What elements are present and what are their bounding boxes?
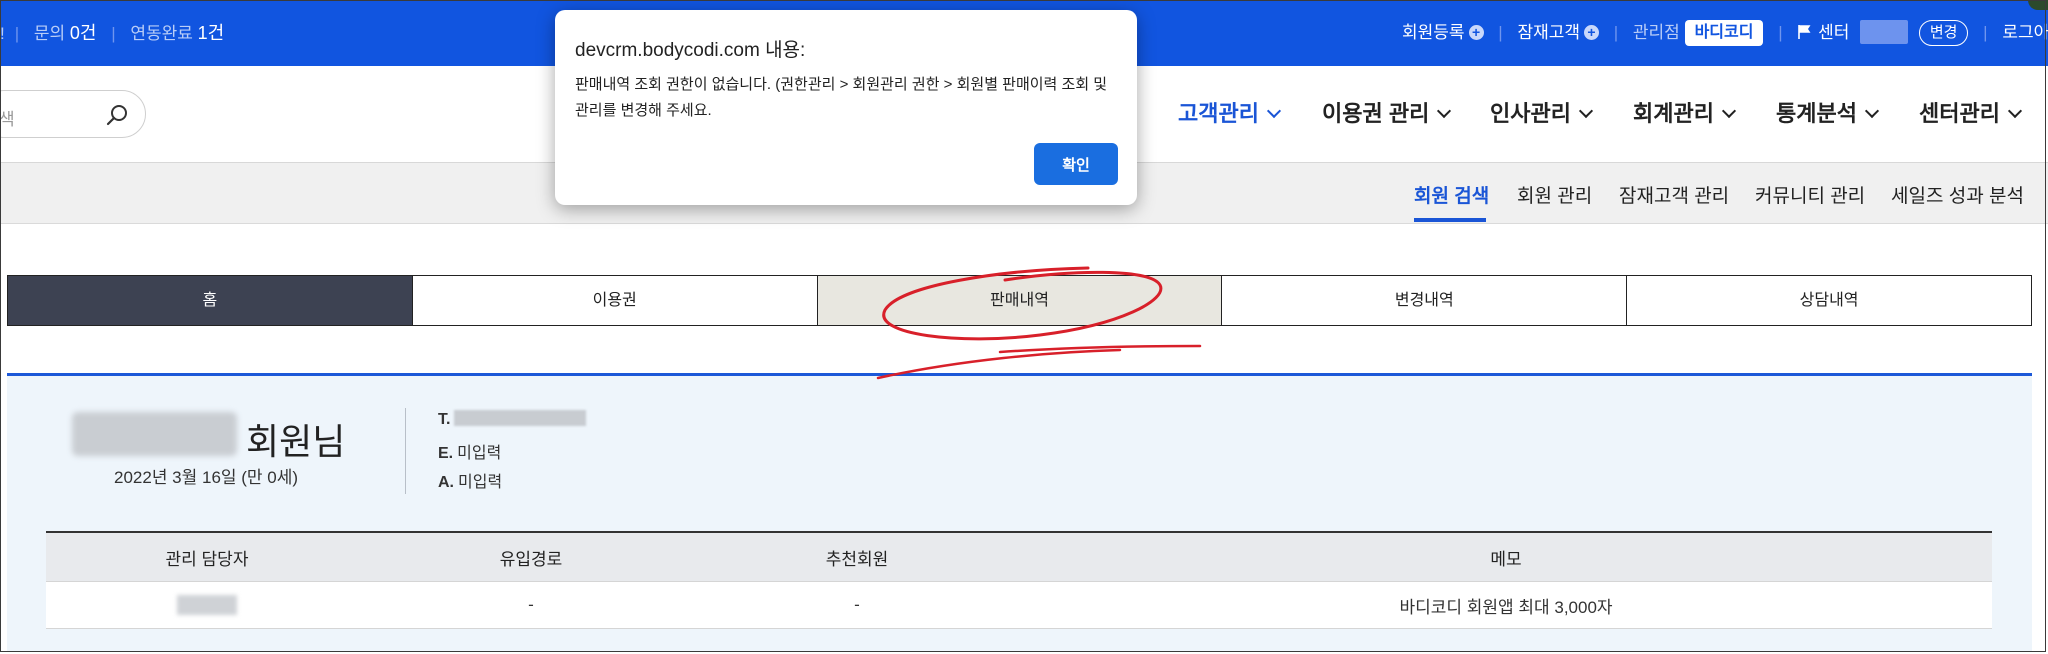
- member-name-suffix: 회원님: [246, 421, 346, 462]
- top-bar-left: ! | 문의 0건 | 연동완료 1건: [0, 23, 225, 43]
- inquiry-label[interactable]: 문의: [34, 24, 65, 43]
- col-referrer: 추천회원: [694, 531, 1020, 582]
- col-manager: 관리 담당자: [46, 531, 368, 582]
- manager-redacted: [177, 594, 237, 615]
- chevron-down-icon: [1721, 103, 1737, 119]
- nav-customer-management[interactable]: 고객관리: [1178, 96, 1282, 128]
- table-row: - - 바디코디 회원앱 최대 3,000자: [46, 581, 1992, 629]
- plus-icon: +: [1584, 25, 1600, 40]
- member-address: A. 미입력: [438, 468, 502, 492]
- top-bar-right: 회원등록+ | 잠재고객+ | 관리점 바디코디 | 센터 변경 | 로그아웃: [1402, 0, 2048, 59]
- member-birthdate: 2022년 3월 16일 (만 0세): [114, 468, 299, 487]
- change-center-button[interactable]: 변경: [1918, 20, 1969, 46]
- cell-memo: 바디코디 회원앱 최대 3,000자: [1020, 581, 1992, 629]
- branch-name-badge[interactable]: 바디코디: [1684, 20, 1764, 46]
- cell-channel: -: [368, 581, 694, 629]
- subnav-member-management[interactable]: 회원 관리: [1517, 181, 1592, 208]
- member-tabs: 홈 이용권 판매내역 변경내역 상담내역: [7, 275, 2032, 326]
- email-label: E.: [438, 445, 454, 462]
- subnav-member-search[interactable]: 회원 검색: [1414, 181, 1489, 208]
- potential-customer-link[interactable]: 잠재고객 +: [1517, 23, 1600, 42]
- center-label: 센터: [1818, 23, 1850, 42]
- email-value: 미입력: [457, 445, 502, 462]
- vertical-divider: [405, 408, 406, 494]
- table-header-row: 관리 담당자 유입경로 추천회원 메모: [46, 531, 1992, 582]
- alert-dialog: devcrm.bodycodi.com 내용: 판매내역 조회 권한이 없습니다…: [555, 10, 1137, 205]
- nav-label: 센터관리: [1919, 101, 2000, 126]
- tab-change-history[interactable]: 변경내역: [1221, 276, 1626, 325]
- potential-customer-label: 잠재고객: [1517, 23, 1581, 42]
- search-input[interactable]: 색: [0, 90, 146, 138]
- sync-done-label[interactable]: 연동완료: [130, 24, 193, 43]
- cell-referrer: -: [694, 581, 1020, 629]
- chevron-down-icon: [2007, 103, 2023, 119]
- col-memo: 메모: [1020, 531, 1992, 582]
- managed-branch-label: 관리점: [1632, 23, 1680, 42]
- phone-redacted: [454, 410, 587, 426]
- logout-link[interactable]: 로그아웃: [2002, 23, 2048, 42]
- nav-label: 인사관리: [1490, 101, 1571, 126]
- member-phone: T.: [438, 410, 587, 429]
- nav-label: 이용권 관리: [1322, 101, 1430, 126]
- nav-statistics[interactable]: 통계분석: [1776, 96, 1880, 128]
- ok-button[interactable]: 확인: [1034, 143, 1118, 185]
- tab-consultation-history[interactable]: 상담내역: [1626, 276, 2031, 325]
- nav-label: 회계관리: [1633, 101, 1714, 126]
- register-member-label: 회원등록: [1402, 23, 1465, 42]
- col-channel: 유입경로: [368, 531, 694, 582]
- member-info-table: 관리 담당자 유입경로 추천회원 메모 - - 바디코디 회원앱 최대 3,00…: [46, 531, 1992, 629]
- member-email: E. 미입력: [438, 439, 501, 463]
- dialog-title: devcrm.bodycodi.com 내용:: [575, 40, 806, 61]
- truncated-mark: !: [0, 24, 5, 43]
- inquiry-count[interactable]: 0건: [70, 23, 97, 43]
- tab-home[interactable]: 홈: [8, 276, 412, 325]
- dialog-message: 판매내역 조회 권한이 없습니다. (권한관리 > 회원관리 권한 > 회원별 …: [575, 76, 1108, 119]
- cell-manager: [46, 581, 368, 629]
- nav-label: 통계분석: [1776, 101, 1857, 126]
- search-placeholder: 색: [0, 110, 15, 129]
- register-member-link[interactable]: 회원등록 +: [1402, 23, 1484, 42]
- sync-done-count[interactable]: 1건: [198, 23, 225, 43]
- nav-hr-management[interactable]: 인사관리: [1490, 96, 1594, 128]
- active-subnav-indicator: [1414, 218, 1486, 222]
- chevron-down-icon: [1266, 103, 1282, 119]
- nav-center-management[interactable]: 센터관리: [1919, 96, 2023, 128]
- phone-label: T.: [438, 411, 451, 428]
- nav-pass-management[interactable]: 이용권 관리: [1322, 96, 1452, 128]
- subnav-potential-customer[interactable]: 잠재고객 관리: [1619, 181, 1729, 208]
- tab-sales-history[interactable]: 판매내역: [816, 276, 1222, 325]
- flag-icon: [1797, 23, 1813, 42]
- plus-icon: +: [1468, 25, 1484, 40]
- address-label: A.: [438, 474, 454, 491]
- chevron-down-icon: [1437, 103, 1452, 119]
- nav-label: 고객관리: [1178, 101, 1259, 126]
- center-name-redacted: [1860, 20, 1909, 44]
- chevron-down-icon: [1578, 103, 1594, 119]
- subnav-sales-analysis[interactable]: 세일즈 성과 분석: [1891, 181, 2024, 208]
- tab-pass[interactable]: 이용권: [411, 276, 817, 325]
- subnav-community[interactable]: 커뮤니티 관리: [1755, 181, 1865, 208]
- search-icon[interactable]: [105, 103, 129, 132]
- chevron-down-icon: [1864, 103, 1880, 119]
- member-name-redacted: [72, 412, 237, 456]
- address-value: 미입력: [458, 474, 503, 491]
- nav-accounting[interactable]: 회계관리: [1633, 96, 1737, 128]
